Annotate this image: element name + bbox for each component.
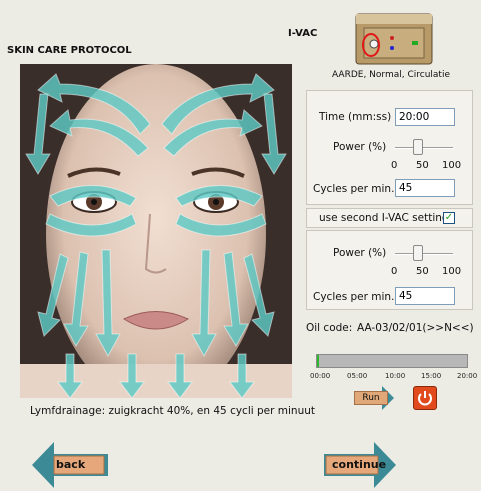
power-tick-50: 50 (416, 160, 429, 171)
power-slider-2[interactable] (395, 253, 453, 255)
progress-bar (316, 354, 468, 368)
time-tick-10: 10:00 (385, 372, 406, 380)
second-setting-label: use second I-VAC setting (319, 212, 449, 224)
second-setting-row: use second I-VAC setting ✓ (306, 208, 473, 228)
progress-fill (317, 355, 319, 367)
time-tick-20: 20:00 (457, 372, 478, 380)
power-slider-thumb[interactable] (413, 139, 424, 155)
power-tick-0: 0 (391, 160, 398, 171)
power-slider-thumb-2[interactable] (413, 245, 424, 261)
time-input[interactable] (395, 108, 455, 126)
continue-button-label: continue (332, 458, 387, 471)
power-icon (418, 391, 432, 406)
device-image (352, 8, 436, 70)
power-label-2: Power (%) (333, 247, 387, 259)
time-label: Time (mm:ss) (319, 111, 392, 123)
power-tick-100: 100 (442, 160, 462, 171)
oil-code-value: AA-03/02/01(>>N<<) (357, 322, 474, 334)
face-image (20, 64, 292, 398)
cycles-label: Cycles per min. (313, 183, 395, 195)
power-tick-0-2: 0 (391, 266, 398, 277)
power-slider[interactable] (395, 147, 453, 149)
power-tick-50-2: 50 (416, 266, 429, 277)
oil-code-label: Oil code: (306, 322, 353, 334)
cycles-label-2: Cycles per min. (313, 291, 395, 303)
continue-button[interactable]: continue (324, 442, 396, 488)
power-tick-100-2: 100 (442, 266, 462, 277)
run-button-label: Run (354, 391, 388, 405)
time-tick-15: 15:00 (421, 372, 442, 380)
device-label: AARDE, Normal, Circulatie (332, 70, 450, 80)
run-button[interactable]: Run (350, 386, 394, 410)
stop-button[interactable] (413, 386, 437, 410)
cycles-input[interactable] (395, 179, 455, 197)
time-tick-0: 00:00 (310, 372, 331, 380)
back-button-label: back (56, 458, 86, 471)
settings-panel-2: Power (%) 0 50 100 Cycles per min. (306, 230, 473, 310)
protocol-caption: Lymfdrainage: zuigkracht 40%, en 45 cycl… (30, 405, 316, 417)
second-setting-checkbox[interactable]: ✓ (443, 212, 455, 224)
time-tick-5: 05:00 (347, 372, 368, 380)
settings-panel-1: Time (mm:ss) Power (%) 0 50 100 Cycles p… (306, 90, 473, 205)
back-button[interactable]: back (32, 442, 108, 488)
power-label: Power (%) (333, 141, 387, 153)
app-title: I-VAC (288, 28, 318, 39)
page-title: SKIN CARE PROTOCOL (7, 45, 132, 56)
cycles-input-2[interactable] (395, 287, 455, 305)
